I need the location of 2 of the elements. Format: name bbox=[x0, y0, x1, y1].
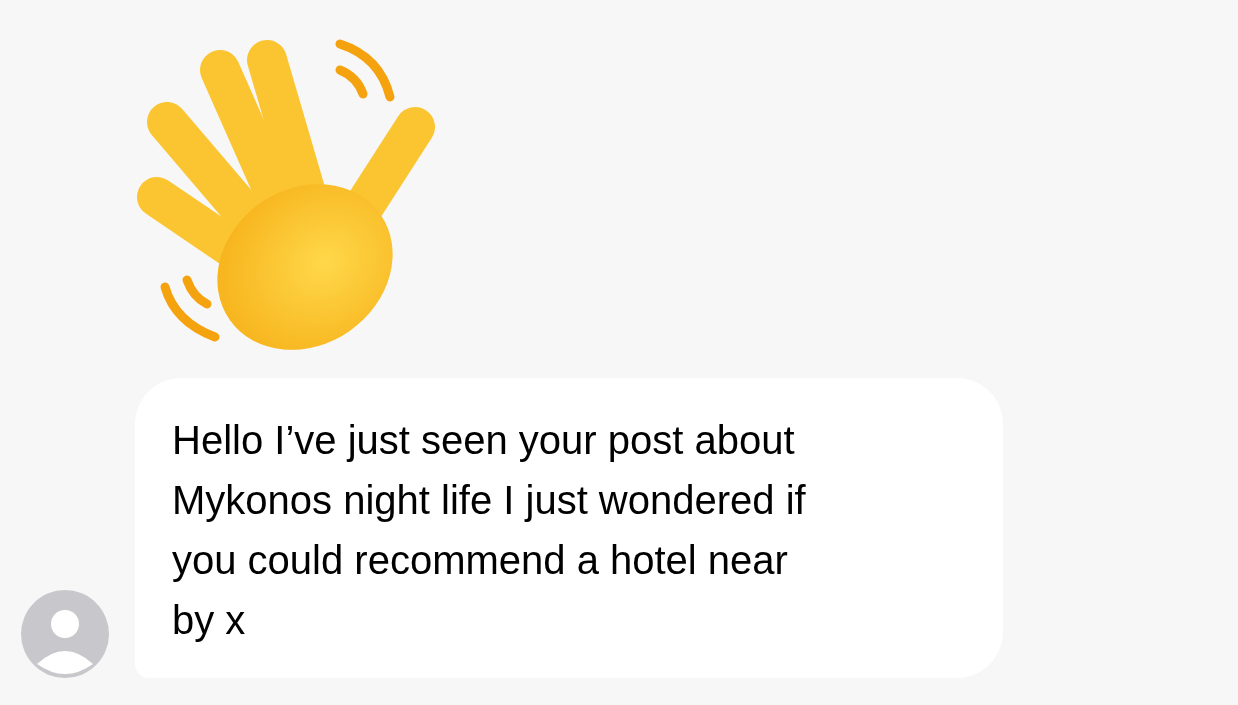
message-text: Hello I’ve just seen your post about Mykonos night life I just wondered if you could recommend a hotel near by x bbox=[172, 417, 807, 644]
avatar-icon bbox=[21, 590, 109, 678]
